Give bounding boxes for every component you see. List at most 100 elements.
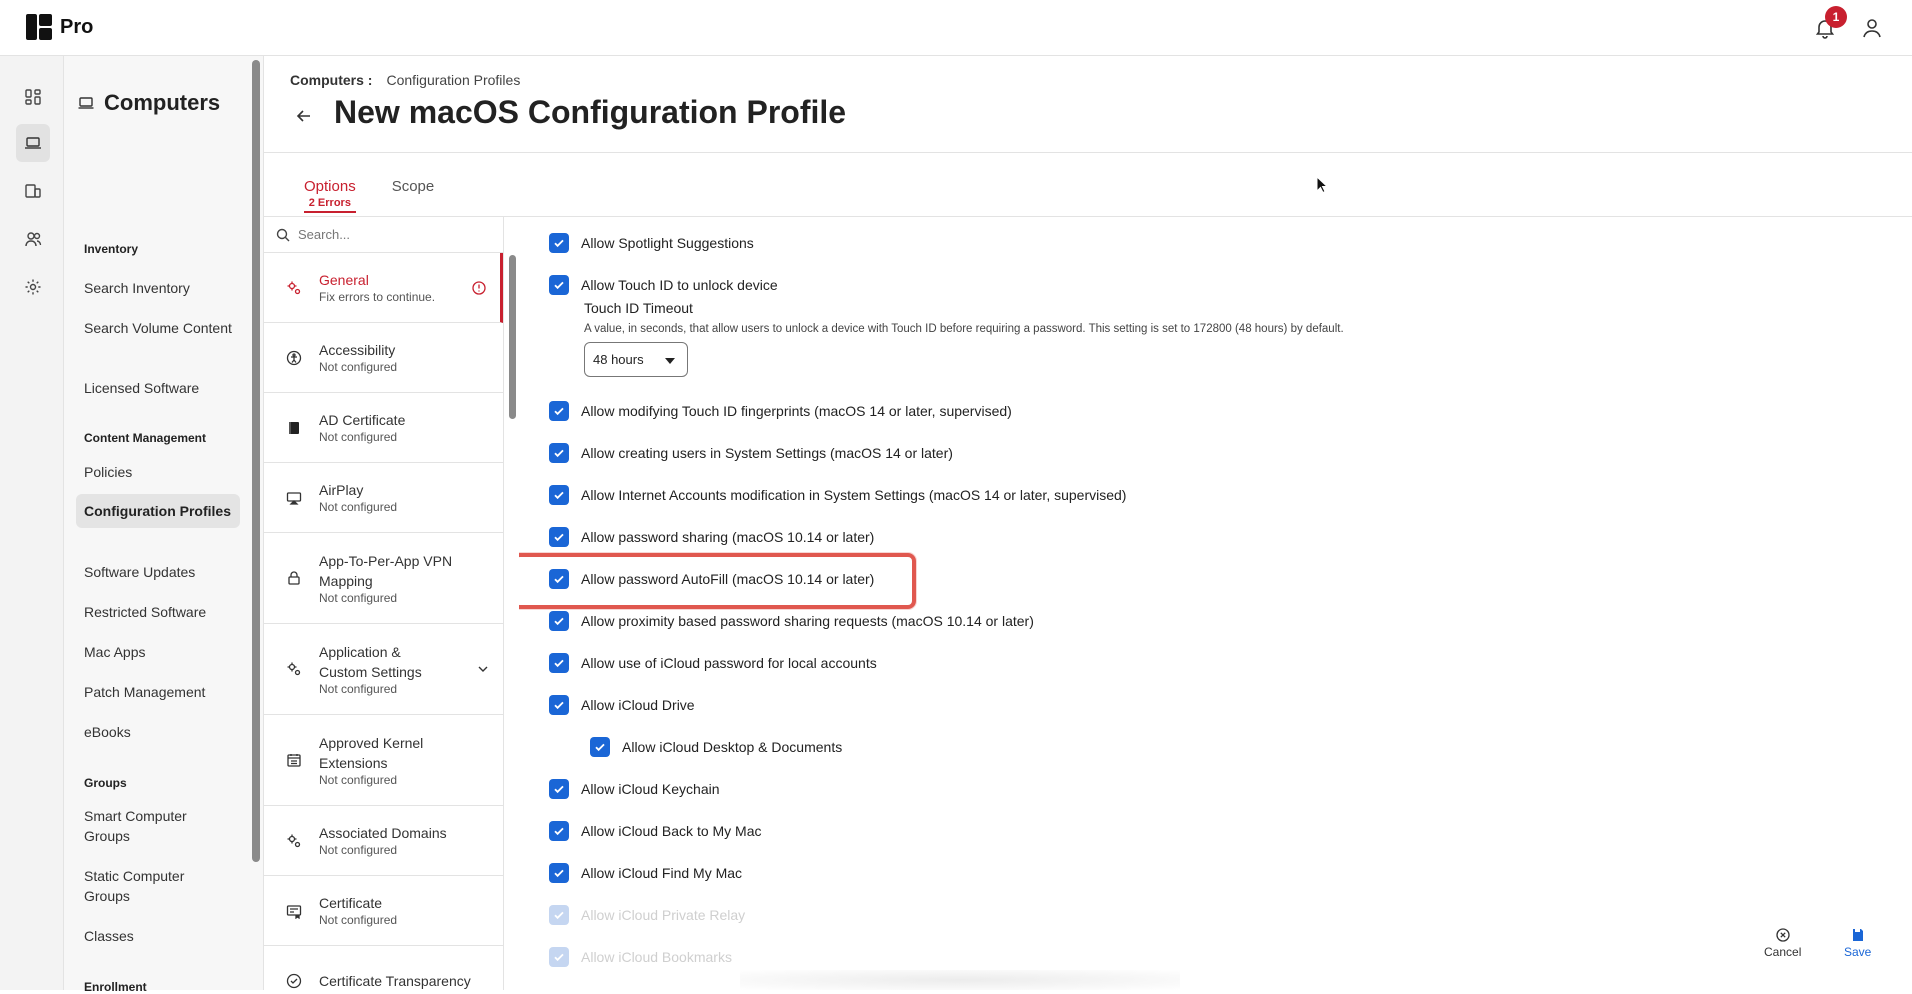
- option-row-indented[interactable]: Allow iCloud Desktop & Documents: [590, 737, 842, 757]
- payload-item-airplay[interactable]: AirPlay Not configured: [264, 463, 503, 533]
- sidebar-item-search-inventory[interactable]: Search Inventory: [76, 278, 240, 298]
- option-row[interactable]: Allow iCloud Keychain: [549, 779, 720, 799]
- checkbox-checked[interactable]: [549, 527, 569, 547]
- lock-icon: [288, 571, 300, 585]
- sidebar-title: Computers: [104, 90, 221, 115]
- sidebar-item-static-computer-groups[interactable]: Static Computer Groups: [76, 866, 240, 906]
- cancel-button[interactable]: Cancel: [1764, 928, 1801, 959]
- checkbox-checked[interactable]: [549, 821, 569, 841]
- sidebar-section-enrollment: Enrollment: [84, 980, 147, 994]
- users-icon[interactable]: [16, 220, 50, 258]
- option-label: Allow modifying Touch ID fingerprints (m…: [581, 403, 1012, 419]
- option-label: Allow iCloud Desktop & Documents: [622, 739, 843, 755]
- breadcrumb-parent[interactable]: Computers :: [290, 72, 372, 88]
- payload-item-approved-kernel-extensions[interactable]: Approved Kernel Extensions Not configure…: [264, 715, 503, 806]
- touch-id-timeout-select[interactable]: 48 hours: [584, 342, 688, 377]
- payload-status: Not configured: [319, 430, 398, 444]
- sidebar-section-inventory: Inventory: [84, 242, 139, 256]
- check-icon: [554, 449, 564, 458]
- checkbox-checked[interactable]: [549, 275, 569, 295]
- icon-rail: [0, 56, 64, 990]
- sidebar-item-search-volume-content[interactable]: Search Volume Content: [76, 318, 240, 338]
- option-row[interactable]: Allow iCloud Drive: [549, 695, 695, 715]
- check-icon: [554, 407, 564, 416]
- checkbox-checked[interactable]: [549, 905, 569, 925]
- sidebar-item-software-updates[interactable]: Software Updates: [76, 562, 240, 582]
- user-icon[interactable]: [1860, 16, 1884, 40]
- sidebar-item-restricted-software[interactable]: Restricted Software: [76, 602, 240, 622]
- tab-scope[interactable]: Scope: [392, 178, 435, 213]
- checkbox-checked[interactable]: [549, 401, 569, 421]
- gears-icon: [287, 834, 301, 847]
- payload-list-scrollbar[interactable]: [509, 255, 516, 419]
- payload-item-accessibility[interactable]: Accessibility Not configured: [264, 323, 503, 393]
- checkbox-checked[interactable]: [549, 485, 569, 505]
- option-row[interactable]: Allow Internet Accounts modification in …: [549, 485, 1126, 505]
- payload-name: AD Certificate: [319, 412, 406, 428]
- checkbox-checked[interactable]: [549, 611, 569, 631]
- payload-search-input[interactable]: [298, 227, 478, 242]
- payload-item-associated-domains[interactable]: Associated Domains Not configured: [264, 806, 503, 876]
- option-row[interactable]: Allow password sharing (macOS 10.14 or l…: [549, 527, 874, 547]
- sidebar-item-mac-apps[interactable]: Mac Apps: [76, 642, 240, 662]
- kernel-extension-icon: [287, 754, 301, 767]
- certificate-book-icon: [289, 421, 299, 434]
- save-button[interactable]: Save: [1844, 928, 1871, 959]
- save-icon: [1852, 929, 1863, 941]
- option-row[interactable]: Allow proximity based password sharing r…: [549, 611, 1034, 631]
- option-label: Allow iCloud Drive: [581, 697, 695, 713]
- checkbox-checked[interactable]: [549, 947, 569, 967]
- payload-item-certificate-transparency[interactable]: Certificate Transparency: [264, 946, 503, 990]
- brand-logo[interactable]: Pro: [26, 14, 93, 40]
- touch-id-timeout-value: 48 hours: [593, 352, 644, 367]
- option-row[interactable]: Allow modifying Touch ID fingerprints (m…: [549, 401, 1012, 421]
- option-row[interactable]: Allow creating users in System Settings …: [549, 443, 953, 463]
- sidebar-item-configuration-profiles[interactable]: Configuration Profiles: [76, 494, 240, 528]
- payload-item-application-custom-settings[interactable]: Application & Custom Settings Not config…: [264, 624, 503, 715]
- sidebar-scrollbar[interactable]: [252, 60, 260, 862]
- dashboard-icon[interactable]: [16, 78, 50, 116]
- sidebar-item-licensed-software[interactable]: Licensed Software: [76, 378, 240, 398]
- option-row[interactable]: Allow Touch ID to unlock device: [549, 275, 778, 295]
- option-row[interactable]: Allow use of iCloud password for local a…: [549, 653, 877, 673]
- option-label: Allow proximity based password sharing r…: [581, 613, 1034, 629]
- option-row[interactable]: Allow iCloud Find My Mac: [549, 863, 742, 883]
- option-row-faded[interactable]: Allow iCloud Private Relay: [549, 905, 745, 925]
- payload-item-app-to-per-app-vpn[interactable]: App-To-Per-App VPN Mapping Not configure…: [264, 533, 503, 624]
- checkbox-checked[interactable]: [549, 863, 569, 883]
- option-label: Allow Spotlight Suggestions: [581, 235, 754, 251]
- option-row-faded[interactable]: Allow iCloud Bookmarks: [549, 947, 732, 967]
- payload-item-general[interactable]: General Fix errors to continue.: [264, 253, 503, 323]
- payload-item-ad-certificate[interactable]: AD Certificate Not configured: [264, 393, 503, 463]
- main-content: Computers : Configuration Profiles New m…: [264, 56, 1912, 990]
- check-icon: [554, 869, 564, 878]
- sidebar-item-patch-management[interactable]: Patch Management: [76, 682, 240, 702]
- chevron-down-icon[interactable]: [477, 663, 489, 675]
- checkbox-checked[interactable]: [549, 653, 569, 673]
- settings-icon[interactable]: [16, 268, 50, 306]
- tab-options[interactable]: Options 2 Errors: [304, 178, 356, 213]
- checkbox-checked[interactable]: [549, 443, 569, 463]
- sidebar-item-classes[interactable]: Classes: [76, 926, 240, 946]
- tab-active-underline: [304, 211, 356, 213]
- sidebar-item-ebooks[interactable]: eBooks: [76, 722, 240, 742]
- sidebar-item-smart-computer-groups[interactable]: Smart Computer Groups: [76, 806, 240, 846]
- checkbox-checked[interactable]: [590, 737, 610, 757]
- checkbox-checked[interactable]: [549, 233, 569, 253]
- check-icon: [554, 953, 564, 962]
- sidebar-item-policies[interactable]: Policies: [76, 462, 240, 482]
- error-icon: [472, 280, 486, 295]
- computers-icon[interactable]: [16, 124, 50, 162]
- checkbox-checked[interactable]: [549, 779, 569, 799]
- breadcrumb-parent-label: Computers: [290, 72, 364, 88]
- back-arrow-icon[interactable]: [294, 106, 314, 126]
- payload-status: Not configured: [319, 590, 398, 605]
- checkbox-checked[interactable]: [549, 695, 569, 715]
- option-row[interactable]: Allow Spotlight Suggestions: [549, 233, 754, 253]
- check-icon: [595, 743, 605, 752]
- brand-name: Pro: [60, 15, 94, 38]
- option-row[interactable]: Allow iCloud Back to My Mac: [549, 821, 762, 841]
- breadcrumb-current[interactable]: Configuration Profiles: [386, 72, 520, 88]
- devices-icon[interactable]: [16, 172, 50, 210]
- payload-item-certificate[interactable]: Certificate Not configured: [264, 876, 503, 946]
